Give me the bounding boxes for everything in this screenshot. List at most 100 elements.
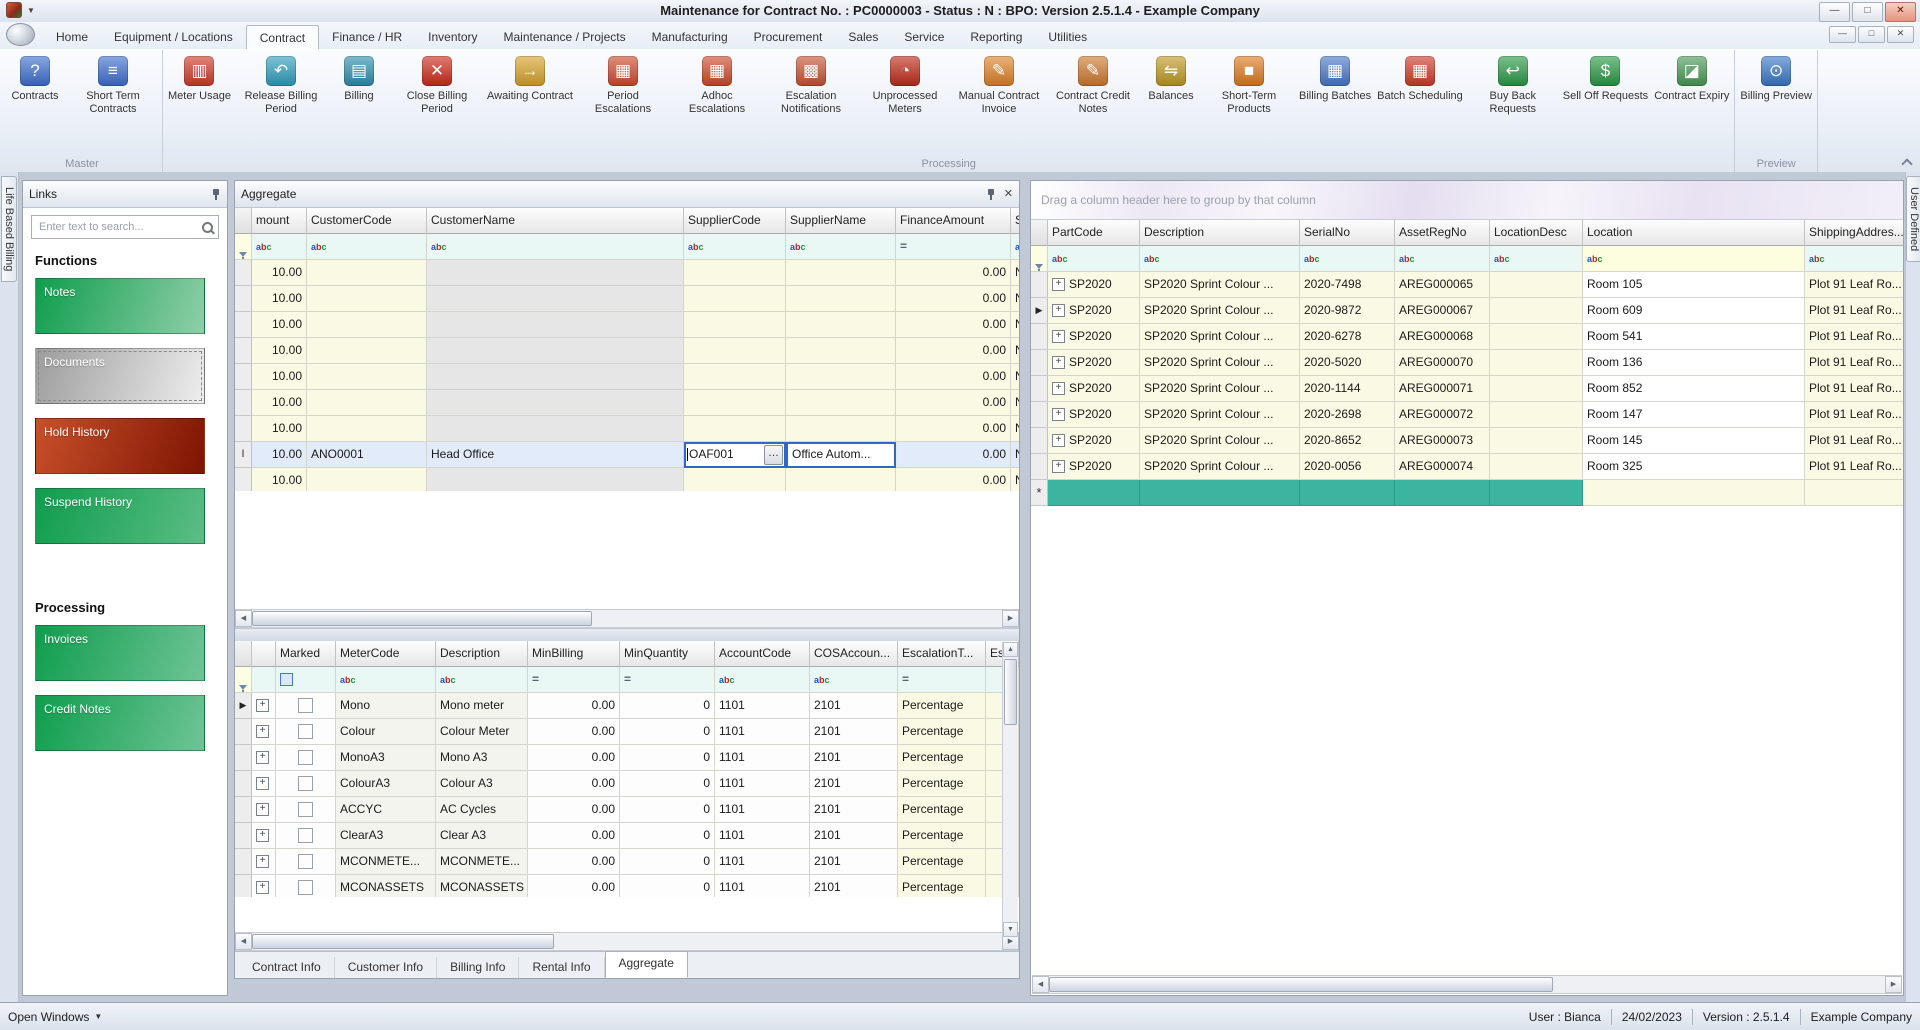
grid-cell[interactable]: SP2020 Sprint Colour ... [1140, 298, 1300, 324]
grid-cell[interactable]: 2020-0056 [1300, 454, 1395, 480]
filter-cell-mount[interactable]: abc [252, 234, 307, 260]
grid-cell[interactable] [1490, 324, 1583, 350]
table-row[interactable]: +SP2020SP2020 Sprint Colour ...2020-2698… [1031, 402, 1903, 428]
grid-cell[interactable] [1490, 402, 1583, 428]
expand-icon[interactable]: + [256, 725, 269, 738]
search-icon[interactable] [202, 222, 213, 233]
grid-cell[interactable] [427, 338, 684, 364]
grid-cell[interactable] [427, 260, 684, 286]
meters-grid-hscrollbar[interactable]: ◀ ▶ [235, 932, 1019, 951]
supplier-code-editor[interactable]: OAF001… [684, 442, 786, 468]
scroll-down-icon[interactable]: ▼ [1003, 922, 1018, 937]
expand-icon[interactable]: + [256, 751, 269, 764]
column-header-customername[interactable]: CustomerName [427, 208, 684, 234]
column-header-description[interactable]: Description [1140, 220, 1300, 246]
grid-cell[interactable]: SP2020 Sprint Colour ... [1140, 454, 1300, 480]
grid-cell[interactable]: Colour [336, 719, 436, 745]
filter-cell-assetregno[interactable]: abc [1395, 246, 1490, 272]
grid-cell[interactable]: 0 [620, 719, 715, 745]
filter-cell-s[interactable]: abc [1011, 234, 1019, 260]
grid-cell[interactable]: Mono A3 [436, 745, 528, 771]
grid-cell[interactable] [427, 416, 684, 442]
grid-cell[interactable]: MCONASSETS [436, 875, 528, 897]
tab-manufacturing[interactable]: Manufacturing [639, 25, 741, 49]
filter-cell-locationdesc[interactable]: abc [1490, 246, 1583, 272]
grid-cell[interactable]: +SP2020 [1048, 454, 1140, 480]
table-row[interactable]: +ACCYCAC Cycles0.00011012101Percentage [235, 797, 1019, 823]
table-row[interactable]: ▶+MonoMono meter0.00011012101Percentage [235, 693, 1019, 719]
checkbox[interactable] [298, 698, 313, 713]
grid-cell[interactable]: 0.00 [528, 771, 620, 797]
grid-cell[interactable] [786, 416, 896, 442]
grid-cell[interactable]: 0.00 [896, 312, 1011, 338]
grid-cell[interactable] [684, 338, 786, 364]
grid-cell[interactable]: 0.00 [528, 823, 620, 849]
filter-cell-serialno[interactable]: abc [1300, 246, 1395, 272]
grid-cell[interactable]: 10.00 [252, 312, 307, 338]
grid-cell[interactable]: 2101 [810, 875, 898, 897]
filter-row-icon[interactable] [235, 234, 252, 260]
filter-cell-suppliercode[interactable]: abc [684, 234, 786, 260]
sidebar-button-credit-notes[interactable]: Credit Notes [35, 695, 205, 751]
filter-cell-suppliername[interactable]: abc [786, 234, 896, 260]
grid-cell[interactable]: MCONASSETS [336, 875, 436, 897]
grid-cell[interactable] [786, 468, 896, 491]
grid-cell[interactable]: SP2020 Sprint Colour ... [1140, 376, 1300, 402]
grid-cell[interactable]: N [1011, 416, 1019, 442]
grid-cell[interactable] [427, 286, 684, 312]
grid-cell[interactable]: Head Office [427, 442, 684, 468]
grid-cell[interactable] [684, 286, 786, 312]
grid-cell[interactable]: + [252, 719, 276, 745]
grid-cell[interactable]: N [1011, 442, 1019, 468]
tab-finance-hr[interactable]: Finance / HR [319, 25, 415, 49]
grid-cell[interactable]: 0 [620, 745, 715, 771]
grid-cell[interactable]: AREG000065 [1395, 272, 1490, 298]
grid-cell[interactable] [276, 719, 336, 745]
expand-icon[interactable]: + [256, 699, 269, 712]
grid-cell[interactable] [276, 849, 336, 875]
grid-cell[interactable]: Plot 91 Leaf Ro... [1805, 376, 1903, 402]
grid-cell[interactable]: 0.00 [896, 364, 1011, 390]
table-row[interactable]: +SP2020SP2020 Sprint Colour ...2020-5020… [1031, 350, 1903, 376]
scrollbar-thumb[interactable] [1049, 977, 1553, 992]
column-header-minbilling[interactable]: MinBilling [528, 641, 620, 667]
grid-cell[interactable] [276, 797, 336, 823]
supplier-name-cell[interactable]: Office Autom... [786, 442, 896, 468]
grid-cell[interactable]: Percentage [898, 719, 986, 745]
tab-rental-info[interactable]: Rental Info [519, 957, 604, 978]
filter-cell-description[interactable]: abc [1140, 246, 1300, 272]
grid-cell[interactable]: ClearA3 [336, 823, 436, 849]
grid-cell[interactable] [786, 364, 896, 390]
column-header-locationdesc[interactable]: LocationDesc [1490, 220, 1583, 246]
grid-cell[interactable]: + [252, 823, 276, 849]
grid-cell[interactable]: 0.00 [896, 286, 1011, 312]
grid-cell[interactable]: Mono meter [436, 693, 528, 719]
grid-cell[interactable]: 2020-6278 [1300, 324, 1395, 350]
table-row[interactable]: 10.000.00N [235, 468, 1019, 491]
grid-cell[interactable]: ACCYC [336, 797, 436, 823]
grid-cell[interactable] [684, 260, 786, 286]
tab-inventory[interactable]: Inventory [415, 25, 490, 49]
column-header-shippingaddres[interactable]: ShippingAddres... [1805, 220, 1903, 246]
grid-cell[interactable] [1490, 480, 1583, 506]
grid-cell[interactable]: MCONMETE... [436, 849, 528, 875]
grid-cell[interactable] [786, 260, 896, 286]
checkbox[interactable] [298, 854, 313, 869]
grid-cell[interactable] [427, 390, 684, 416]
ribbon-button-contract-expiry[interactable]: ◪Contract Expiry [1651, 50, 1732, 105]
expand-icon[interactable]: + [256, 803, 269, 816]
grid-cell[interactable]: SP2020 Sprint Colour ... [1140, 402, 1300, 428]
expand-icon[interactable]: + [1052, 330, 1065, 343]
grid-cell[interactable] [307, 338, 427, 364]
grid-cell[interactable]: Room 609 [1583, 298, 1805, 324]
grid-cell[interactable]: 10.00 [252, 416, 307, 442]
grid-cell[interactable]: +SP2020 [1048, 272, 1140, 298]
tab-service[interactable]: Service [891, 25, 957, 49]
grid-cell[interactable]: MCONMETE... [336, 849, 436, 875]
grid-cell[interactable]: +SP2020 [1048, 428, 1140, 454]
open-windows-button[interactable]: Open Windows ▼ [8, 1010, 102, 1024]
grid-cell[interactable] [1490, 298, 1583, 324]
grid-cell[interactable]: 10.00 [252, 390, 307, 416]
tab-equipment-locations[interactable]: Equipment / Locations [101, 25, 246, 49]
grid-cell[interactable]: SP2020 Sprint Colour ... [1140, 272, 1300, 298]
